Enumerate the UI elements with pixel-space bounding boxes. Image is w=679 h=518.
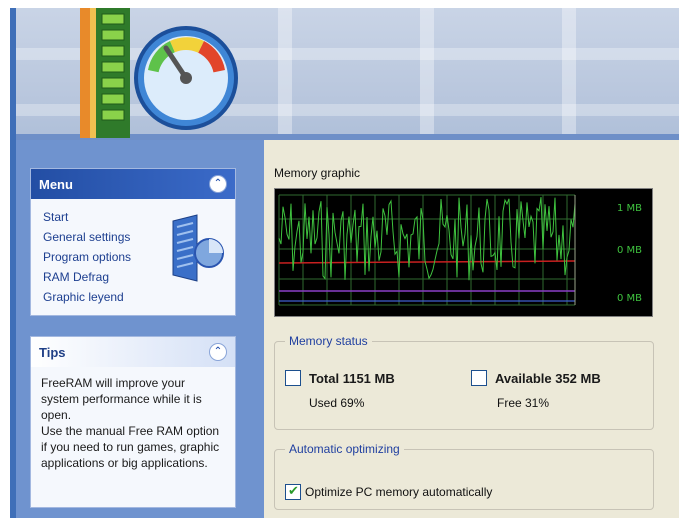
available-memory-label: Available 352 MB	[495, 370, 601, 386]
optimize-checkbox[interactable]	[285, 483, 301, 500]
menu-title: Menu	[39, 176, 73, 192]
tips-paragraph-1: FreeRAM will improve your system perform…	[41, 376, 202, 422]
banner-grid-line	[420, 8, 434, 140]
banner-grid-line	[562, 8, 576, 140]
optimize-option-label: Optimize PC memory automatically	[305, 485, 493, 499]
graph-memory-trace	[278, 197, 576, 281]
tips-text: FreeRAM will improve your system perform…	[31, 367, 235, 479]
total-memory-label: Total 1151 MB	[309, 370, 395, 386]
memory-graph: 1 MB 0 MB 0 MB	[274, 188, 653, 317]
total-memory-row: Total 1151 MB	[285, 370, 395, 386]
tips-box: Tips ⌃ FreeRAM will improve your system …	[30, 336, 236, 508]
header-banner	[16, 8, 679, 140]
graph-red-line	[278, 260, 576, 264]
available-memory-checkbox[interactable]	[471, 370, 487, 386]
memory-graphic-label: Memory graphic	[274, 166, 361, 180]
automatic-optimizing-legend: Automatic optimizing	[289, 442, 400, 456]
memory-status-group: Memory status Total 1151 MB Used 69% Ava…	[274, 334, 654, 430]
gauge-logo-icon	[80, 8, 238, 138]
freeram-window: Menu ⌃ Start General settings Program op…	[10, 8, 679, 518]
tips-header[interactable]: Tips ⌃	[31, 337, 235, 367]
graph-scale-label-top: 1 MB	[616, 203, 642, 214]
used-percent-text: Used 69%	[309, 396, 365, 410]
memory-module-icon	[172, 214, 224, 282]
free-percent-text: Free 31%	[497, 396, 550, 410]
banner-grid-line	[278, 8, 292, 140]
memory-status-legend: Memory status	[289, 334, 368, 348]
graph-scale-label-bottom: 0 MB	[616, 293, 642, 304]
tips-paragraph-2: Use the manual Free RAM option if you ne…	[41, 424, 220, 470]
optimize-option[interactable]: Optimize PC memory automatically	[285, 483, 493, 500]
main-content: Memory graphic 1 MB 0 MB 0 MB Memory sta…	[264, 140, 679, 518]
tips-title: Tips	[39, 344, 66, 360]
menu-box: Menu ⌃ Start General settings Program op…	[30, 168, 236, 316]
total-memory-checkbox[interactable]	[285, 370, 301, 386]
menu-header[interactable]: Menu ⌃	[31, 169, 235, 199]
tips-collapse-button[interactable]: ⌃	[209, 343, 227, 361]
automatic-optimizing-group: Automatic optimizing Optimize PC memory …	[274, 442, 654, 510]
menu-collapse-button[interactable]: ⌃	[209, 175, 227, 193]
available-memory-row: Available 352 MB	[471, 370, 601, 386]
side-panel: Menu ⌃ Start General settings Program op…	[16, 140, 264, 518]
menu-item-graphic-leyend[interactable]: Graphic leyend	[43, 287, 235, 307]
graph-scale-label-mid: 0 MB	[616, 245, 642, 256]
memory-graph-canvas	[278, 194, 576, 306]
